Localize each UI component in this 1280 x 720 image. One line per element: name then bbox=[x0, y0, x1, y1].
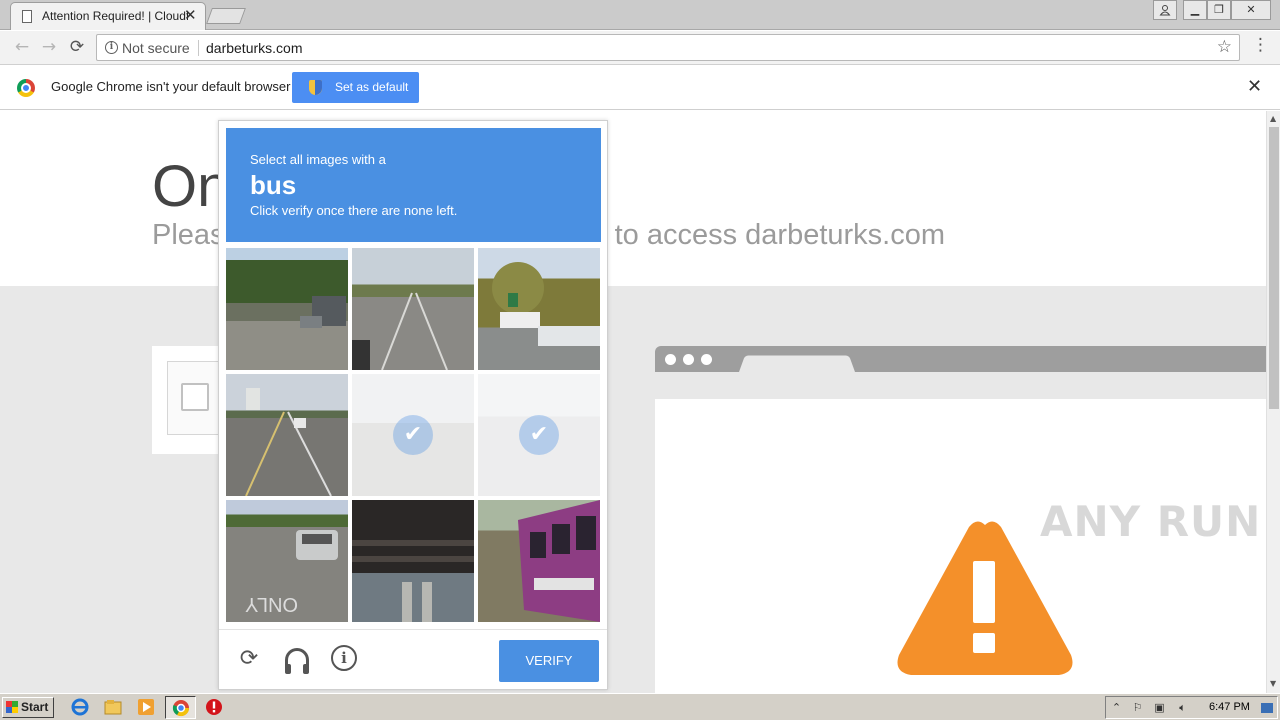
windows-taskbar: Start ⌃ ⚐ ▣ 🔈︎ 6:47 PM bbox=[0, 693, 1280, 720]
captcha-footer: ⟳ i VERIFY bbox=[219, 629, 607, 689]
checkmark-icon: ✔ bbox=[519, 415, 559, 455]
show-hidden-icons-icon[interactable]: ⌃ bbox=[1110, 701, 1123, 714]
taskbar-chrome-button[interactable] bbox=[165, 696, 196, 719]
captcha-tile-5-selected[interactable]: ✔ bbox=[352, 374, 474, 496]
illustration-tab bbox=[739, 355, 855, 372]
reload-challenge-icon[interactable]: ⟳ bbox=[235, 645, 263, 673]
bookmark-star-icon[interactable]: ☆ bbox=[1217, 37, 1232, 57]
forward-arrow-icon[interactable]: → bbox=[37, 36, 61, 60]
instruction-hint: Click verify once there are none left. bbox=[250, 203, 458, 218]
page-header: One more step Please complete the securi… bbox=[0, 111, 1266, 286]
checkmark-icon: ✔ bbox=[393, 415, 433, 455]
captcha-tile-8[interactable] bbox=[352, 500, 474, 622]
volume-icon[interactable]: 🔈︎ bbox=[1176, 701, 1189, 714]
illustration-body bbox=[655, 399, 1266, 693]
chrome-icon bbox=[172, 700, 190, 717]
info-icon[interactable]: i bbox=[105, 41, 118, 54]
show-desktop-icon[interactable] bbox=[1261, 703, 1273, 713]
set-as-default-button[interactable]: Set as default bbox=[292, 72, 419, 103]
clock[interactable]: 6:47 PM bbox=[1209, 701, 1250, 713]
illustration-title-bar bbox=[655, 346, 1266, 372]
set-as-default-label: Set as default bbox=[335, 80, 409, 94]
scroll-down-icon[interactable]: ▼ bbox=[1270, 679, 1276, 688]
start-label: Start bbox=[21, 700, 49, 714]
page-content: One more step Please complete the securi… bbox=[0, 111, 1266, 693]
scroll-thumb[interactable] bbox=[1269, 127, 1279, 409]
security-label[interactable]: Not secure bbox=[122, 40, 190, 56]
windows-logo-icon bbox=[6, 701, 18, 713]
tab-title: Attention Required! | Cloudflare bbox=[42, 9, 188, 23]
browser-toolbar: ← → ⟳ i Not secure darbeturks.com ☆ ⋮ bbox=[0, 31, 1280, 65]
user-icon[interactable] bbox=[1153, 0, 1177, 20]
window-dot bbox=[683, 354, 694, 365]
tab-attention-required[interactable]: Attention Required! | Cloudflare ✕ bbox=[10, 2, 206, 30]
help-info-icon[interactable]: i bbox=[331, 645, 357, 671]
svg-text:ONLY: ONLY bbox=[245, 593, 298, 615]
captcha-tile-2[interactable] bbox=[352, 248, 474, 370]
target-object: bus bbox=[250, 170, 297, 200]
shield-icon bbox=[309, 80, 322, 95]
captcha-tile-3[interactable] bbox=[478, 248, 600, 370]
start-button[interactable]: Start bbox=[2, 697, 54, 718]
default-browser-infobar: Google Chrome isn't your default browser… bbox=[0, 65, 1280, 110]
page-scrollbar[interactable]: ▲ ▼ bbox=[1266, 111, 1280, 693]
back-arrow-icon[interactable]: ← bbox=[10, 36, 34, 60]
system-tray: ⌃ ⚐ ▣ 🔈︎ 6:47 PM bbox=[1105, 696, 1278, 719]
captcha-tile-6-selected[interactable]: ✔ bbox=[478, 374, 600, 496]
captcha-tile-9[interactable] bbox=[478, 500, 600, 622]
captcha-challenge: Select all images with a bus Click verif… bbox=[218, 120, 608, 690]
instruction-text: Select all images with a bbox=[250, 152, 386, 167]
verify-button[interactable]: VERIFY bbox=[499, 640, 599, 682]
stop-app-icon[interactable] bbox=[205, 698, 223, 716]
kebab-menu-icon[interactable]: ⋮ bbox=[1252, 35, 1269, 55]
address-bar[interactable]: i Not secure darbeturks.com ☆ bbox=[96, 34, 1240, 61]
window-close-icon[interactable]: ✕ bbox=[1231, 0, 1271, 20]
infobar-close-icon[interactable]: ✕ bbox=[1247, 76, 1262, 97]
tab-strip: Attention Required! | Cloudflare ✕ ▁ ❐ ✕ bbox=[0, 0, 1280, 30]
audio-challenge-icon[interactable] bbox=[285, 648, 309, 674]
media-player-icon[interactable] bbox=[137, 698, 155, 716]
restore-icon[interactable]: ❐ bbox=[1207, 0, 1231, 20]
reload-icon[interactable]: ⟳ bbox=[65, 36, 89, 60]
page-icon bbox=[22, 10, 32, 23]
captcha-tile-7[interactable]: ONLY bbox=[226, 500, 348, 622]
captcha-tile-4[interactable] bbox=[226, 374, 348, 496]
action-center-flag-icon[interactable]: ⚐ bbox=[1131, 701, 1144, 714]
chrome-logo-icon bbox=[17, 79, 35, 97]
network-icon[interactable]: ▣ bbox=[1153, 701, 1166, 714]
url-text[interactable]: darbeturks.com bbox=[206, 40, 302, 56]
window-dot bbox=[701, 354, 712, 365]
infobar-message: Google Chrome isn't your default browser bbox=[51, 79, 291, 94]
watermark: ANY RUN bbox=[1040, 497, 1262, 546]
captcha-checkbox[interactable] bbox=[181, 383, 209, 411]
captcha-instructions: Select all images with a bus Click verif… bbox=[226, 128, 601, 242]
minimize-icon[interactable]: ▁ bbox=[1183, 0, 1207, 20]
scroll-up-icon[interactable]: ▲ bbox=[1270, 114, 1276, 123]
window-dot bbox=[665, 354, 676, 365]
captcha-tile-1[interactable] bbox=[226, 248, 348, 370]
divider bbox=[198, 40, 199, 56]
new-tab-button[interactable] bbox=[206, 8, 246, 24]
file-explorer-icon[interactable] bbox=[104, 698, 122, 716]
internet-explorer-icon[interactable] bbox=[71, 698, 89, 716]
tab-close-icon[interactable]: ✕ bbox=[184, 6, 197, 24]
